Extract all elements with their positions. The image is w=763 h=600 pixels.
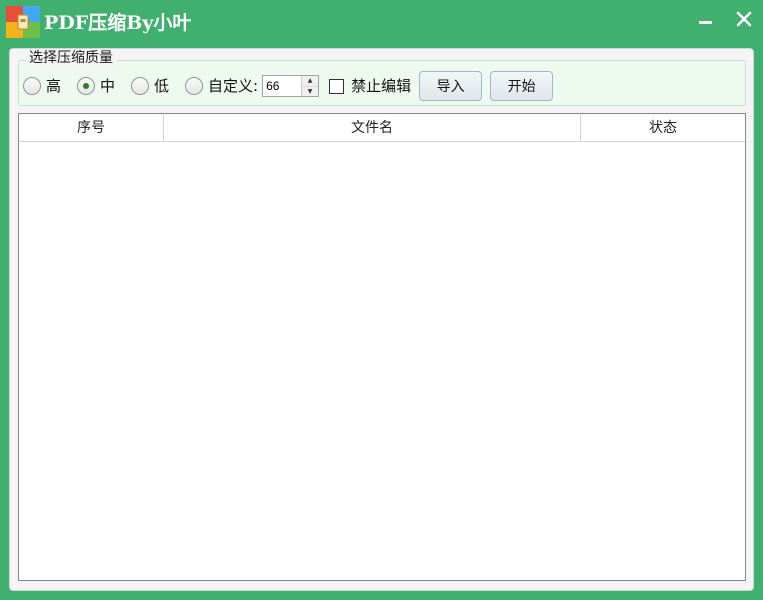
disable-edit-checkbox[interactable]: 禁止编辑 bbox=[329, 76, 411, 96]
column-header-filename[interactable]: 文件名 bbox=[164, 114, 581, 142]
disable-edit-label[interactable]: 禁止编辑 bbox=[351, 76, 411, 96]
custom-quality-value[interactable]: 66 bbox=[263, 76, 301, 96]
radio-high[interactable]: 高 bbox=[23, 74, 61, 98]
radio-custom-indicator[interactable] bbox=[185, 77, 204, 95]
radio-low[interactable]: 低 bbox=[131, 74, 169, 98]
quality-options-row: 高 中 低 自定义: 66 ▲ ▼ 禁止编辑 导入 开始 bbox=[23, 71, 554, 101]
file-list-header: 序号 文件名 状态 bbox=[19, 114, 745, 142]
radio-low-indicator[interactable] bbox=[131, 77, 150, 95]
disable-edit-checkbox-box[interactable] bbox=[329, 78, 345, 94]
radio-medium-label[interactable]: 中 bbox=[100, 76, 115, 96]
spinner-down-icon[interactable]: ▼ bbox=[302, 86, 319, 96]
file-list[interactable]: 序号 文件名 状态 bbox=[18, 113, 746, 581]
start-button[interactable]: 开始 bbox=[490, 71, 554, 101]
radio-medium-indicator[interactable] bbox=[77, 77, 96, 95]
column-header-index[interactable]: 序号 bbox=[19, 114, 164, 142]
window-title: PDF压缩By小叶 bbox=[44, 12, 192, 34]
radio-low-label[interactable]: 低 bbox=[154, 76, 169, 96]
title-bar: PDF压缩By小叶 bbox=[0, 0, 763, 46]
custom-quality-spinner[interactable]: 66 ▲ ▼ bbox=[262, 75, 320, 97]
minimize-button[interactable] bbox=[692, 6, 720, 34]
close-button[interactable] bbox=[730, 6, 758, 34]
spinner-up-icon[interactable]: ▲ bbox=[302, 76, 319, 87]
import-button[interactable]: 导入 bbox=[419, 71, 483, 101]
radio-high-label[interactable]: 高 bbox=[46, 76, 61, 96]
archive-icon bbox=[6, 6, 40, 38]
radio-custom-label[interactable]: 自定义: bbox=[208, 76, 258, 96]
radio-custom[interactable]: 自定义: bbox=[185, 74, 258, 98]
radio-medium[interactable]: 中 bbox=[77, 74, 115, 98]
quality-group-legend: 选择压缩质量 bbox=[25, 49, 117, 67]
main-panel: 选择压缩质量 高 中 低 自定义: 66 ▲ ▼ 禁止编辑 导入 开始 序号 文… bbox=[9, 48, 754, 591]
spinner-arrows: ▲ ▼ bbox=[301, 76, 319, 96]
radio-high-indicator[interactable] bbox=[23, 77, 41, 95]
column-header-status[interactable]: 状态 bbox=[581, 114, 745, 142]
